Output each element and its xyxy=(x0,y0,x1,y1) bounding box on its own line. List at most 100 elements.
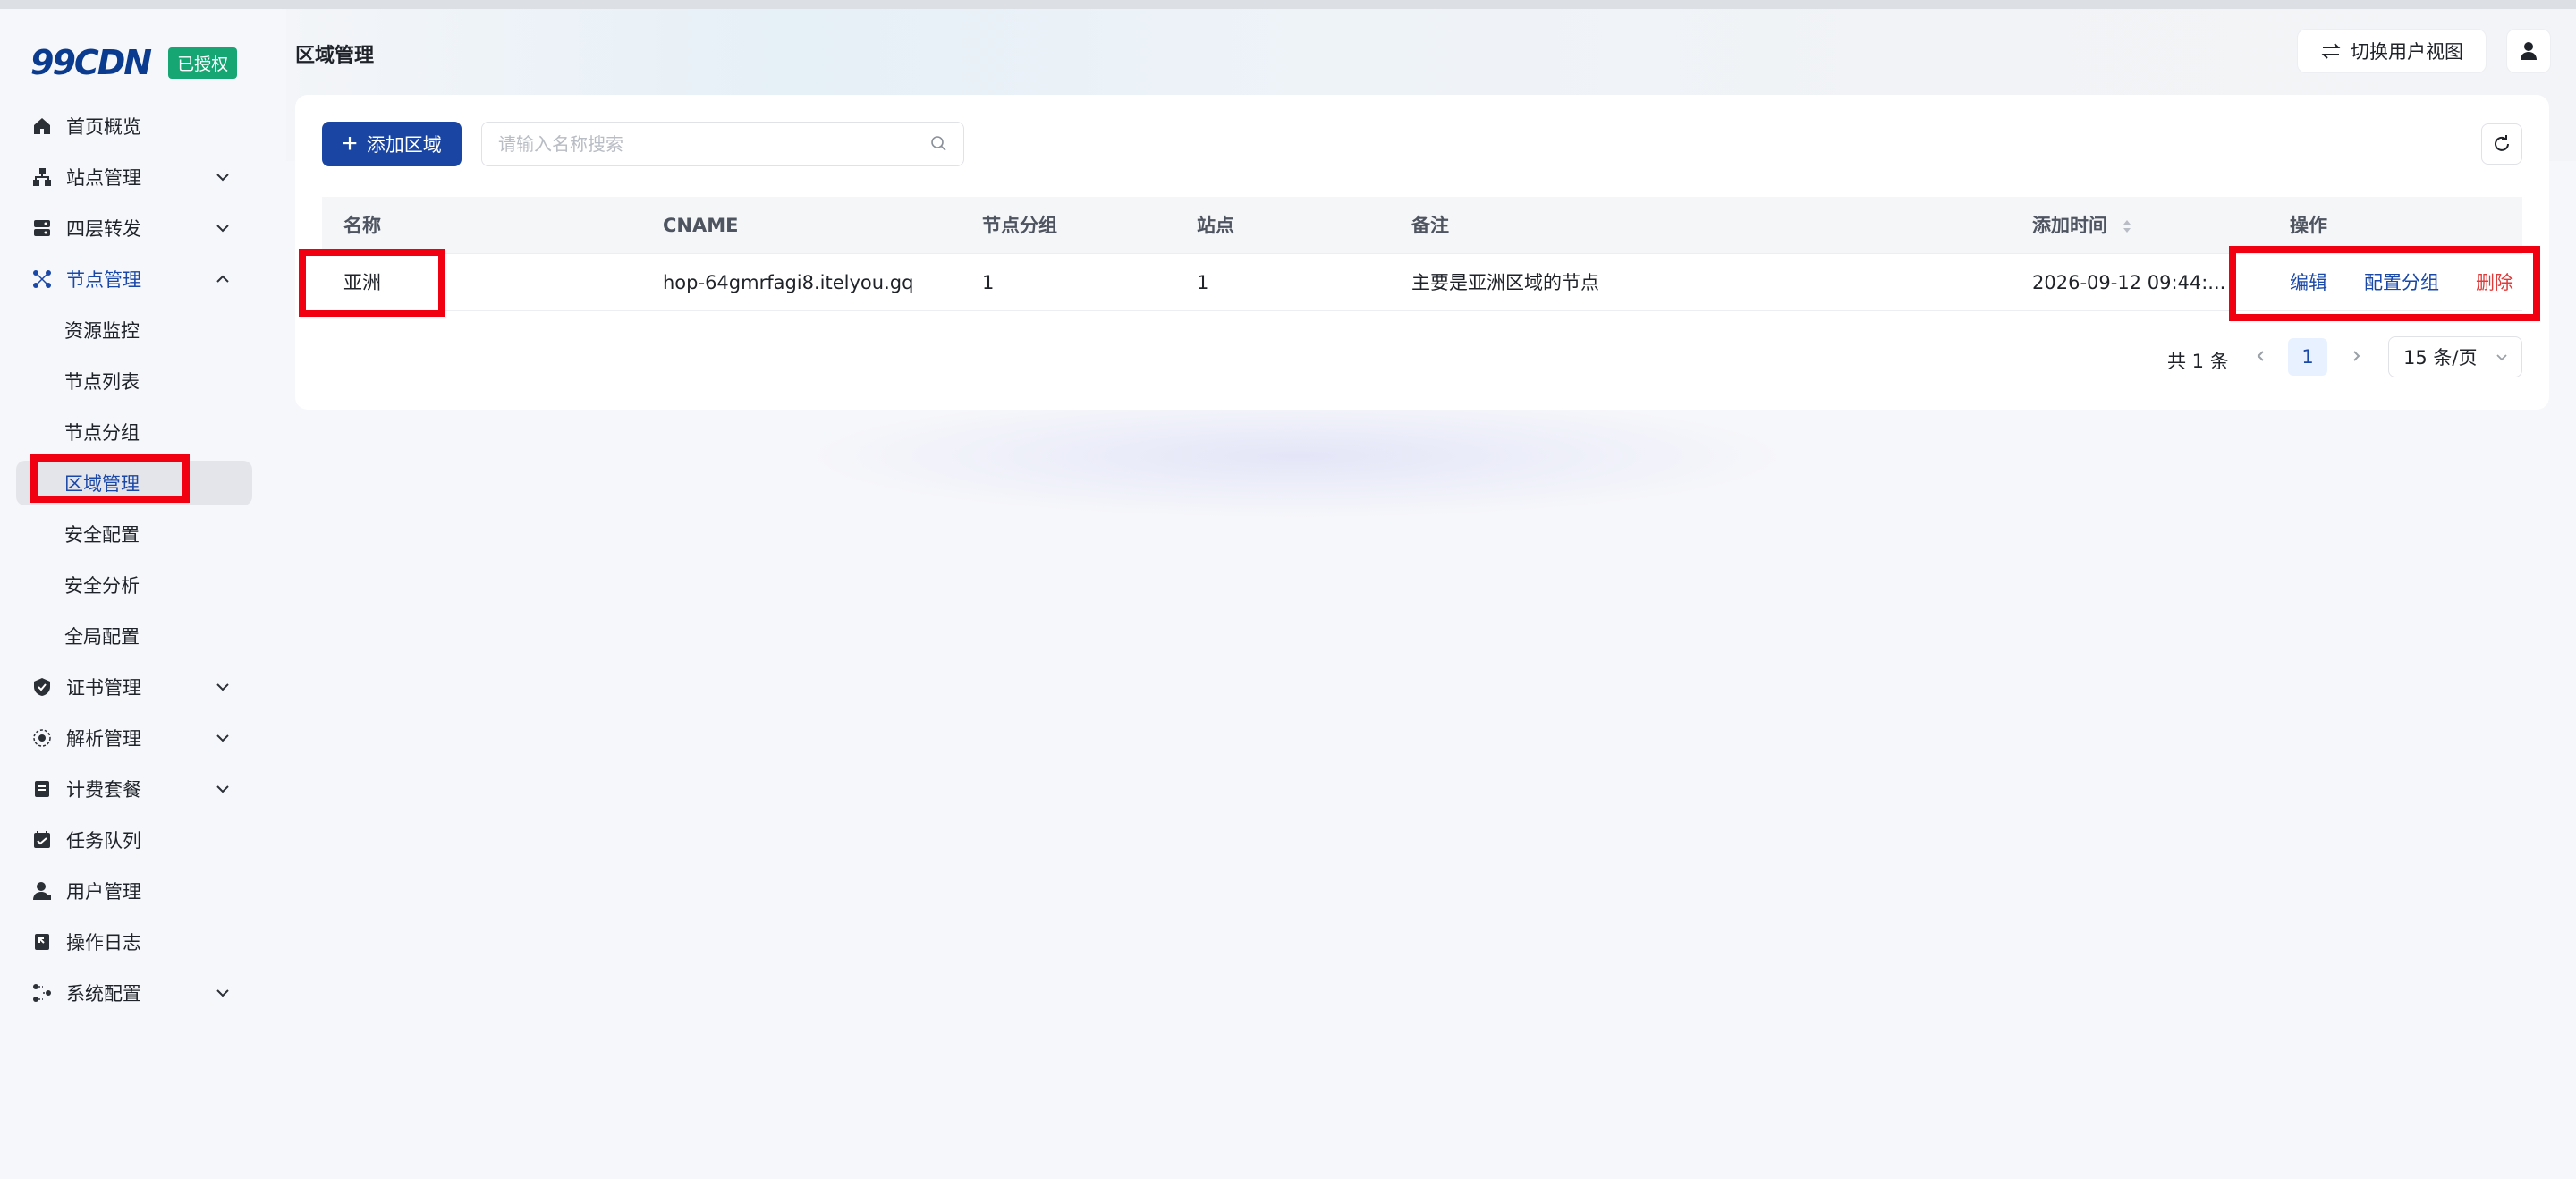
sidebar-item-sites[interactable]: 站点管理 xyxy=(16,155,252,199)
column-header-added-at[interactable]: 添加时间 xyxy=(2032,197,2133,254)
search-input[interactable] xyxy=(482,123,911,165)
refresh-button[interactable] xyxy=(2481,123,2522,165)
sidebar-item-label: 计费套餐 xyxy=(66,779,141,801)
pagination-prev-button[interactable] xyxy=(2243,338,2279,374)
chevron-down-icon xyxy=(216,683,229,691)
sidebar-item-label: 操作日志 xyxy=(66,932,141,954)
add-region-button[interactable]: + 添加区域 xyxy=(322,122,462,166)
background-glow xyxy=(805,394,1789,519)
column-header-node-group: 节点分组 xyxy=(982,215,1057,236)
home-icon xyxy=(30,115,54,138)
pagination-page-1[interactable]: 1 xyxy=(2288,338,2327,376)
chevron-down-icon xyxy=(216,225,229,233)
search-box xyxy=(481,122,964,166)
sidebar-subitem-label: 节点分组 xyxy=(64,422,140,444)
refresh-icon xyxy=(2495,135,2509,151)
sidebar: 99CDN 已授权 首页概览 站点管理 四层转发 节点管理 资源监控 节点列表 … xyxy=(0,9,268,1179)
chevron-down-icon xyxy=(216,989,229,997)
sidebar-item-system-settings[interactable]: 系统配置 xyxy=(16,971,252,1015)
plus-icon: + xyxy=(342,129,358,158)
region-list-card: + 添加区域 名称 CNAME 节点分组 站点 备注 添加时间 操作 亚洲 ho… xyxy=(295,95,2549,410)
chevron-up-icon xyxy=(216,275,229,283)
brand[interactable]: 99CDN 已授权 xyxy=(30,41,238,84)
switch-user-view-label: 切换用户视图 xyxy=(2351,41,2463,63)
dns-icon xyxy=(30,726,54,750)
sidebar-subitem-label: 节点列表 xyxy=(64,371,140,393)
swap-icon xyxy=(2321,43,2341,59)
user-avatar-icon xyxy=(2521,42,2537,60)
page-size-select[interactable]: 15 条/页 xyxy=(2388,336,2522,377)
cell-remark: 主要是亚洲区域的节点 xyxy=(1411,272,1599,293)
pagination-total: 共 1 条 xyxy=(2167,351,2229,372)
highlight-box-name-cell xyxy=(299,249,445,317)
chevron-down-icon xyxy=(216,785,229,793)
top-border xyxy=(0,0,2576,9)
sidebar-subitem-label: 资源监控 xyxy=(64,320,140,342)
certificate-icon xyxy=(30,675,54,699)
chevron-down-icon xyxy=(216,174,229,182)
sidebar-item-tasks[interactable]: 任务队列 xyxy=(16,818,252,862)
sidebar-item-home[interactable]: 首页概览 xyxy=(16,104,252,148)
sidebar-item-label: 站点管理 xyxy=(66,167,141,189)
sidebar-subitem-node-list[interactable]: 节点列表 xyxy=(16,359,252,403)
table-header: 名称 CNAME 节点分组 站点 备注 添加时间 操作 xyxy=(322,197,2522,254)
pagination-next-button[interactable] xyxy=(2338,338,2374,374)
sidebar-item-label: 解析管理 xyxy=(66,728,141,750)
sidebar-item-nodes[interactable]: 节点管理 xyxy=(16,257,252,301)
settings-icon xyxy=(30,981,54,1005)
chevron-right-icon xyxy=(2353,351,2360,361)
chevron-down-icon xyxy=(216,734,229,742)
sidebar-subitem-node-groups[interactable]: 节点分组 xyxy=(16,410,252,454)
sidebar-item-label: 任务队列 xyxy=(66,830,141,852)
column-header-cname: CNAME xyxy=(663,215,739,236)
nodes-icon xyxy=(30,267,54,291)
sidebar-item-users[interactable]: 用户管理 xyxy=(16,869,252,913)
server-icon xyxy=(30,216,54,240)
brand-logo: 99CDN xyxy=(30,43,152,82)
sort-icon[interactable] xyxy=(2121,216,2133,236)
highlight-box-actions xyxy=(2229,246,2540,321)
column-header-added-at-label: 添加时间 xyxy=(2032,215,2107,236)
column-header-remark: 备注 xyxy=(1411,215,1449,236)
sidebar-subitem-label: 安全分析 xyxy=(64,575,140,597)
sidebar-subitem-security-config[interactable]: 安全配置 xyxy=(16,512,252,556)
license-badge: 已授权 xyxy=(168,47,238,79)
table-row: 亚洲 hop-64gmrfagi8.itelyou.gq 1 1 主要是亚洲区域… xyxy=(322,254,2522,311)
highlight-box-sidebar xyxy=(30,454,190,503)
cell-cname: hop-64gmrfagi8.itelyou.gq xyxy=(663,272,914,293)
sidebar-item-dns[interactable]: 解析管理 xyxy=(16,716,252,760)
page-size-value: 15 条/页 xyxy=(2403,347,2478,369)
sidebar-subitem-security-analysis[interactable]: 安全分析 xyxy=(16,563,252,607)
sidebar-item-certificates[interactable]: 证书管理 xyxy=(16,665,252,709)
chevron-left-icon xyxy=(2257,351,2264,361)
search-icon[interactable] xyxy=(929,134,949,154)
sidebar-item-label: 节点管理 xyxy=(66,269,141,291)
sidebar-item-l4-forward[interactable]: 四层转发 xyxy=(16,206,252,250)
sidebar-item-billing[interactable]: 计费套餐 xyxy=(16,767,252,811)
sidebar-subitem-label: 全局配置 xyxy=(64,626,140,648)
user-avatar-button[interactable] xyxy=(2506,29,2551,73)
page-title: 区域管理 xyxy=(295,45,375,67)
billing-icon xyxy=(30,777,54,801)
log-icon xyxy=(30,930,54,954)
cell-added-at: 2026-09-12 09:44:... xyxy=(2032,272,2226,293)
sidebar-subitem-global-config[interactable]: 全局配置 xyxy=(16,614,252,658)
sidebar-subitem-resource-monitor[interactable]: 资源监控 xyxy=(16,308,252,352)
sidebar-item-label: 四层转发 xyxy=(66,218,141,240)
column-header-name: 名称 xyxy=(343,215,381,236)
switch-user-view-button[interactable]: 切换用户视图 xyxy=(2297,29,2487,73)
cell-sites: 1 xyxy=(1197,272,1209,293)
add-region-label: 添加区域 xyxy=(366,135,442,156)
chevron-down-icon xyxy=(2496,354,2507,361)
sidebar-item-logs[interactable]: 操作日志 xyxy=(16,920,252,964)
sidebar-item-label: 证书管理 xyxy=(66,677,141,699)
sidebar-subitem-label: 安全配置 xyxy=(64,524,140,546)
sidebar-item-label: 系统配置 xyxy=(66,983,141,1005)
sidebar-item-label: 用户管理 xyxy=(66,881,141,903)
user-icon xyxy=(30,879,54,903)
column-header-sites: 站点 xyxy=(1197,215,1234,236)
sidebar-item-label: 首页概览 xyxy=(66,116,141,138)
task-icon xyxy=(30,828,54,852)
cell-node-group: 1 xyxy=(982,272,995,293)
sitemap-icon xyxy=(30,165,54,189)
